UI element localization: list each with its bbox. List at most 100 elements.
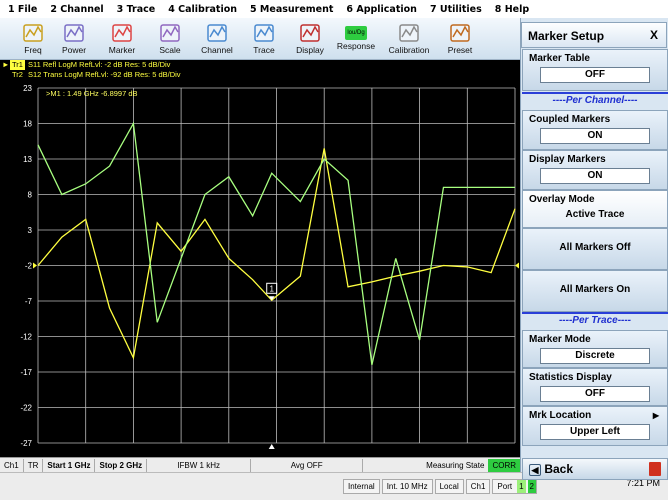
- toolbar: Freq Power Marker Scale Channel Trace Display l…: [0, 18, 520, 60]
- menu-bar: 1 File 2 Channel 3 Trace 4 Calibration 5 Mea…: [0, 0, 529, 18]
- y-tick-label: 13: [23, 155, 32, 164]
- status-trace-mode[interactable]: TR: [24, 458, 44, 472]
- status-control[interactable]: Local: [434, 479, 464, 494]
- y-tick-label: 8: [28, 191, 33, 200]
- trace-icon: [252, 22, 276, 44]
- toolbar-label: Scale: [159, 45, 181, 55]
- y-tick-label: 18: [23, 120, 32, 129]
- power-icon: [62, 22, 86, 44]
- active-trace-arrow-icon: ►: [2, 60, 10, 69]
- toolbar-response-button[interactable]: lou/Dg Response: [332, 20, 380, 58]
- menu-item[interactable]: 8 Help: [495, 4, 529, 15]
- y-tick-label: -27: [20, 439, 32, 448]
- port2-indicator: 2: [527, 480, 536, 493]
- back-arrow-icon: ◀: [529, 463, 541, 476]
- toolbar-trace-button[interactable]: Trace: [240, 20, 288, 58]
- trace2-header[interactable]: Tr2 S12 Trans LogM RefLvl: -92 dB Res: 5 …: [2, 70, 517, 80]
- mrk-location-softkey[interactable]: Mrk Location ▶ Upper Left: [522, 406, 668, 446]
- y-tick-label: -2: [25, 262, 33, 271]
- corr-badge: CORR: [488, 458, 520, 472]
- home-icon: [649, 462, 661, 476]
- coupled-markers-value: ON: [540, 128, 650, 144]
- toolbar-label: Response: [336, 41, 376, 51]
- display-markers-value: ON: [540, 168, 650, 184]
- scale-icon: [158, 22, 182, 44]
- display-markers-softkey[interactable]: Display Markers ON: [522, 150, 668, 190]
- toolbar-label: Power: [61, 45, 87, 55]
- toolbar-preset-button[interactable]: Preset: [436, 20, 484, 58]
- marker-tag-label: 1: [270, 284, 275, 293]
- trace-header: ► Tr1 S11 Refl LogM RefLvl: -2 dB Res: 5 d…: [2, 60, 517, 82]
- toolbar-label: Preset: [447, 45, 473, 55]
- coupled-markers-softkey[interactable]: Coupled Markers ON: [522, 110, 668, 150]
- marker-table-value: OFF: [540, 67, 650, 83]
- mrk-location-value: Upper Left: [540, 424, 650, 440]
- ref-level-right-icon: [515, 262, 519, 269]
- ref-level-left-icon: [33, 262, 37, 269]
- status-channel[interactable]: Ch1: [0, 458, 24, 472]
- per-channel-heading: ----Per Channel----: [522, 95, 668, 109]
- section-divider: [522, 92, 668, 94]
- marker-readout: >M1 : 1.49 GHz -6.8997 dB: [46, 89, 138, 98]
- status-ifbw[interactable]: IFBW 1 kHz: [147, 458, 252, 472]
- section-divider: [522, 312, 668, 314]
- port-label: Port: [497, 482, 513, 491]
- marker-icon: [110, 22, 134, 44]
- response-icon: lou/Dg: [345, 26, 367, 40]
- status-measuring-state: Measuring State: [426, 460, 485, 470]
- menu-item[interactable]: 2 Channel: [50, 4, 103, 15]
- overlay-mode-value: Active Trace: [565, 209, 625, 220]
- preset-icon: [448, 22, 472, 44]
- toolbar-label: Trace: [253, 45, 275, 55]
- trace2-settings: S12 Trans LogM RefLvl: -92 dB Res: 5 dB/…: [27, 70, 181, 79]
- toolbar-channel-button[interactable]: Channel: [193, 20, 241, 58]
- toolbar-display-button[interactable]: Display: [286, 20, 334, 58]
- submenu-arrow-icon: ▶: [652, 411, 659, 420]
- menu-item[interactable]: 3 Trace: [117, 4, 156, 15]
- toolbar-power-button[interactable]: Power: [50, 20, 98, 58]
- status-start-freq[interactable]: Start 1 GHz: [43, 458, 96, 472]
- trace-plot: 23 18 13 8 3 -2 -7 -12 -17 -22 -27 1 >M1 : 1.49 GHz …: [20, 84, 519, 449]
- status-avg[interactable]: Avg OFF: [251, 458, 364, 472]
- close-icon[interactable]: X: [650, 28, 658, 42]
- y-tick-label: 23: [23, 84, 32, 93]
- statistics-display-softkey[interactable]: Statistics Display OFF: [522, 368, 668, 406]
- channel-status-bar: Ch1 TR Start 1 GHz Stop 2 GHz IFBW 1 kHz…: [0, 457, 520, 472]
- per-trace-heading: ----Per Trace----: [522, 315, 668, 329]
- status-trigger-source[interactable]: Internal: [343, 479, 380, 494]
- toolbar-label: Channel: [201, 45, 233, 55]
- port1-indicator: 1: [517, 480, 526, 493]
- freq-icon: [21, 22, 45, 44]
- status-reference[interactable]: Int. 10 MHz: [381, 479, 433, 494]
- marker-mode-softkey[interactable]: Marker Mode Discrete: [522, 330, 668, 368]
- status-ports[interactable]: Port 1 2: [492, 479, 537, 494]
- trace2-label: Tr2: [12, 70, 23, 79]
- menu-item[interactable]: 6 Application: [346, 4, 417, 15]
- y-tick-label: -12: [20, 333, 32, 342]
- display-icon: [298, 22, 322, 44]
- toolbar-label: Display: [296, 45, 324, 55]
- menu-item[interactable]: 1 File: [8, 4, 37, 15]
- trace1-header[interactable]: ► Tr1 S11 Refl LogM RefLvl: -2 dB Res: 5 d…: [2, 60, 517, 70]
- trace1-settings: S11 Refl LogM RefLvl: -2 dB Res: 5 dB/Di…: [27, 60, 171, 69]
- marker-mode-value: Discrete: [540, 348, 650, 364]
- status-active-channel[interactable]: Ch1: [465, 479, 491, 494]
- toolbar-label: Calibration: [388, 45, 430, 55]
- all-markers-off-button[interactable]: All Markers Off: [522, 228, 668, 270]
- statistics-display-value: OFF: [540, 386, 650, 402]
- menu-item[interactable]: 7 Utilities: [430, 4, 482, 15]
- marker-table-softkey[interactable]: Marker Table OFF: [522, 49, 668, 91]
- back-button[interactable]: ◀ Back: [522, 458, 668, 480]
- menu-item[interactable]: 4 Calibration: [168, 4, 237, 15]
- overlay-mode-softkey[interactable]: Overlay Mode Active Trace: [522, 190, 668, 228]
- toolbar-scale-button[interactable]: Scale: [146, 20, 194, 58]
- panel-title: Marker Setup X: [521, 22, 667, 48]
- menu-item[interactable]: 5 Measurement: [250, 4, 333, 15]
- stimulus-marker-icon: [268, 444, 275, 449]
- toolbar-calibration-button[interactable]: Calibration: [385, 20, 433, 58]
- status-stop-freq[interactable]: Stop 2 GHz: [95, 458, 148, 472]
- toolbar-marker-button[interactable]: Marker: [98, 20, 146, 58]
- y-tick-label: 3: [28, 226, 33, 235]
- y-tick-label: -22: [20, 404, 32, 413]
- all-markers-on-button[interactable]: All Markers On: [522, 270, 668, 312]
